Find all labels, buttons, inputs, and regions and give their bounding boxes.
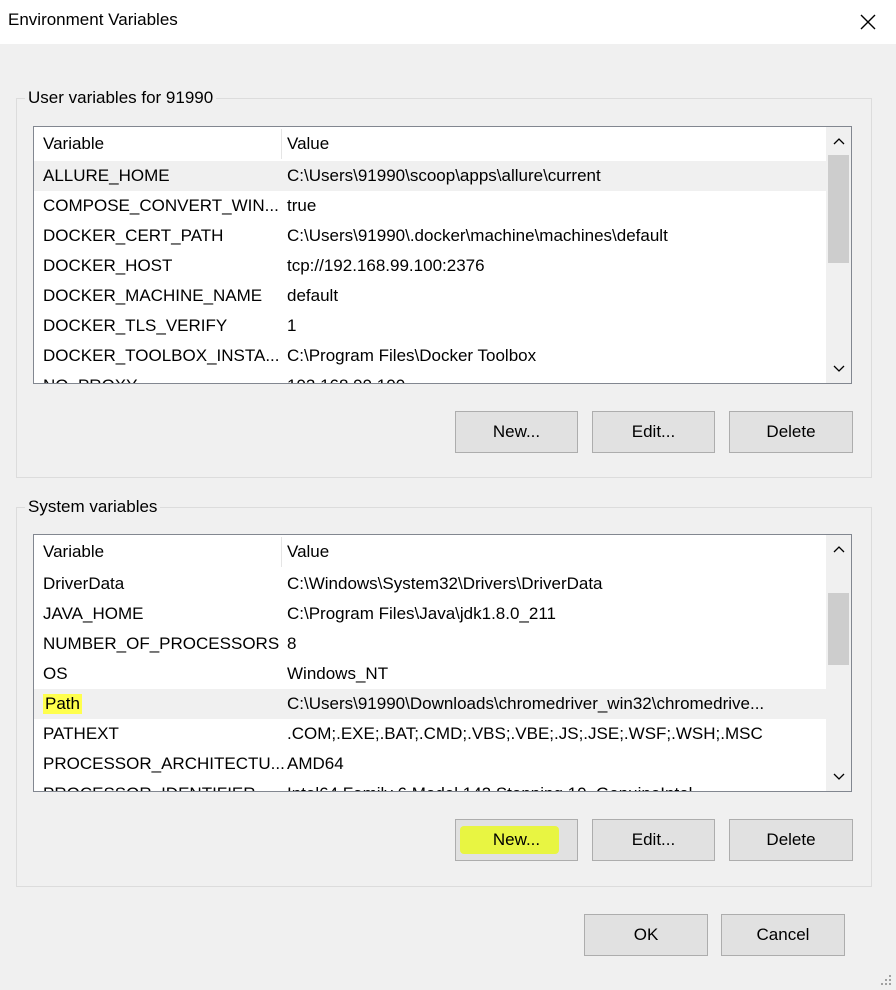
system-variables-list[interactable]: Variable Value DriverData C:\Windows\Sys… bbox=[33, 534, 852, 792]
button-label: Edit... bbox=[631, 422, 676, 441]
row-value: 8 bbox=[287, 634, 297, 653]
table-row[interactable]: DOCKER_TOOLBOX_INSTA... C:\Program Files… bbox=[34, 341, 826, 371]
user-variables-label: User variables for 91990 bbox=[25, 87, 217, 109]
vertical-scrollbar[interactable] bbox=[826, 127, 851, 383]
column-header-variable[interactable]: Variable bbox=[43, 134, 104, 154]
column-header-value[interactable]: Value bbox=[287, 134, 329, 154]
row-value: .COM;.EXE;.BAT;.CMD;.VBS;.VBE;.JS;.JSE;.… bbox=[287, 724, 763, 743]
list-header: Variable Value bbox=[34, 129, 824, 159]
table-row[interactable]: OS Windows_NT bbox=[34, 659, 826, 689]
row-variable: COMPOSE_CONVERT_WIN... bbox=[43, 196, 279, 215]
ok-button[interactable]: OK bbox=[584, 914, 708, 956]
table-row[interactable]: PATHEXT .COM;.EXE;.BAT;.CMD;.VBS;.VBE;.J… bbox=[34, 719, 826, 749]
table-row[interactable]: DOCKER_HOST tcp://192.168.99.100:2376 bbox=[34, 251, 826, 281]
row-variable: OS bbox=[43, 664, 68, 683]
table-row[interactable]: PROCESSOR_IDENTIFIER Intel64 Family 6 Mo… bbox=[34, 779, 826, 791]
row-value: true bbox=[287, 196, 317, 215]
row-value: AMD64 bbox=[287, 754, 344, 773]
table-row[interactable]: DriverData C:\Windows\System32\Drivers\D… bbox=[34, 569, 826, 599]
chevron-down-icon bbox=[833, 773, 844, 780]
row-value: C:\Users\91990\.docker\machine\machines\… bbox=[287, 226, 668, 245]
column-header-value[interactable]: Value bbox=[287, 542, 329, 562]
column-divider[interactable] bbox=[281, 129, 282, 159]
row-variable: NO_PROXY bbox=[43, 376, 137, 383]
row-variable: DOCKER_TLS_VERIFY bbox=[43, 316, 228, 335]
user-edit-button[interactable]: Edit... bbox=[592, 411, 715, 453]
row-variable: NUMBER_OF_PROCESSORS bbox=[43, 634, 280, 653]
row-variable: ALLURE_HOME bbox=[43, 166, 170, 185]
user-new-button[interactable]: New... bbox=[455, 411, 578, 453]
row-value: C:\Windows\System32\Drivers\DriverData bbox=[287, 574, 603, 593]
button-label: New... bbox=[492, 422, 541, 441]
button-label: OK bbox=[633, 925, 659, 944]
table-row-path[interactable]: Path C:\Users\91990\Downloads\chromedriv… bbox=[34, 689, 826, 719]
table-row[interactable]: JAVA_HOME C:\Program Files\Java\jdk1.8.0… bbox=[34, 599, 826, 629]
scroll-up-button[interactable] bbox=[826, 535, 851, 563]
row-variable: Path bbox=[43, 694, 82, 714]
row-variable: PATHEXT bbox=[43, 724, 119, 743]
title-bar: Environment Variables bbox=[0, 0, 896, 44]
chevron-up-icon bbox=[833, 546, 844, 553]
resize-grip-icon[interactable] bbox=[880, 974, 892, 986]
row-value: C:\Program Files\Docker Toolbox bbox=[287, 346, 537, 365]
row-variable: DriverData bbox=[43, 574, 125, 593]
row-variable: PROCESSOR_IDENTIFIER bbox=[43, 784, 256, 791]
row-value: 1 bbox=[287, 316, 297, 335]
user-delete-button[interactable]: Delete bbox=[729, 411, 853, 453]
scroll-thumb[interactable] bbox=[828, 155, 849, 263]
column-divider[interactable] bbox=[281, 537, 282, 567]
table-row[interactable]: ALLURE_HOME C:\Users\91990\scoop\apps\al… bbox=[34, 161, 826, 191]
cancel-button[interactable]: Cancel bbox=[721, 914, 845, 956]
system-variables-label: System variables bbox=[25, 496, 161, 518]
button-label: Cancel bbox=[756, 925, 810, 944]
row-variable: DOCKER_TOOLBOX_INSTA... bbox=[43, 346, 280, 365]
chevron-down-icon bbox=[833, 365, 844, 372]
row-value: 192.168.99.100 bbox=[287, 376, 405, 383]
column-header-variable[interactable]: Variable bbox=[43, 542, 104, 562]
window-title: Environment Variables bbox=[8, 10, 178, 29]
row-value: C:\Users\91990\scoop\apps\allure\current bbox=[287, 166, 601, 185]
system-edit-button[interactable]: Edit... bbox=[592, 819, 715, 861]
scroll-up-button[interactable] bbox=[826, 127, 851, 155]
row-variable: JAVA_HOME bbox=[43, 604, 144, 623]
scroll-down-button[interactable] bbox=[826, 355, 851, 383]
table-row[interactable]: NO_PROXY 192.168.99.100 bbox=[34, 371, 826, 383]
table-row[interactable]: COMPOSE_CONVERT_WIN... true bbox=[34, 191, 826, 221]
scroll-down-button[interactable] bbox=[826, 763, 851, 791]
row-value: default bbox=[287, 286, 339, 305]
row-value: Windows_NT bbox=[287, 664, 389, 683]
button-label: Delete bbox=[766, 830, 816, 849]
user-variables-list[interactable]: Variable Value ALLURE_HOME C:\Users\9199… bbox=[33, 126, 852, 384]
button-label: New... bbox=[492, 830, 541, 849]
scroll-thumb[interactable] bbox=[828, 593, 849, 665]
system-delete-button[interactable]: Delete bbox=[729, 819, 853, 861]
system-new-button[interactable]: New... bbox=[455, 819, 578, 861]
button-label: Delete bbox=[766, 422, 816, 441]
close-icon bbox=[860, 14, 876, 30]
row-value: C:\Program Files\Java\jdk1.8.0_211 bbox=[287, 604, 556, 623]
table-row[interactable]: DOCKER_TLS_VERIFY 1 bbox=[34, 311, 826, 341]
list-header: Variable Value bbox=[34, 537, 824, 567]
table-row[interactable]: DOCKER_CERT_PATH C:\Users\91990\.docker\… bbox=[34, 221, 826, 251]
close-button[interactable] bbox=[850, 4, 886, 40]
table-row[interactable]: DOCKER_MACHINE_NAME default bbox=[34, 281, 826, 311]
row-variable: DOCKER_MACHINE_NAME bbox=[43, 286, 263, 305]
table-row[interactable]: NUMBER_OF_PROCESSORS 8 bbox=[34, 629, 826, 659]
vertical-scrollbar[interactable] bbox=[826, 535, 851, 791]
chevron-up-icon bbox=[833, 138, 844, 145]
table-row[interactable]: PROCESSOR_ARCHITECTU... AMD64 bbox=[34, 749, 826, 779]
button-label: Edit... bbox=[631, 830, 676, 849]
row-variable: DOCKER_CERT_PATH bbox=[43, 226, 224, 245]
row-variable: PROCESSOR_ARCHITECTU... bbox=[43, 754, 285, 773]
row-variable: DOCKER_HOST bbox=[43, 256, 173, 275]
row-value: C:\Users\91990\Downloads\chromedriver_wi… bbox=[287, 694, 765, 713]
row-value: tcp://192.168.99.100:2376 bbox=[287, 256, 485, 275]
row-value: Intel64 Family 6 Model 142 Stepping 10, … bbox=[287, 784, 692, 791]
